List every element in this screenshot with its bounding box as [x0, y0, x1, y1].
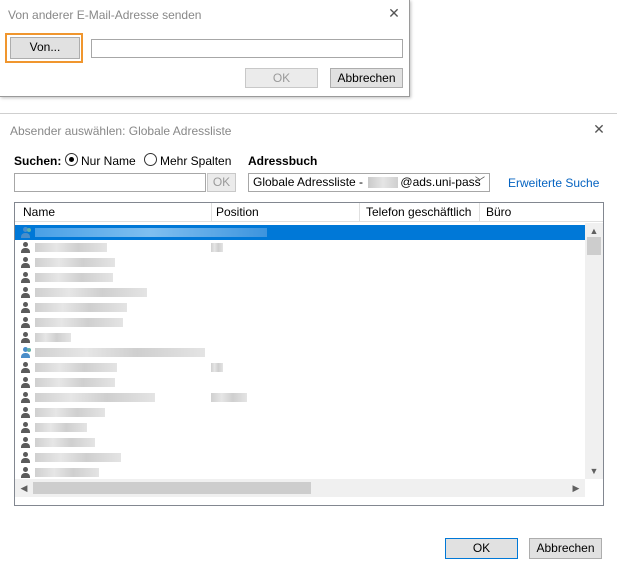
redacted-text: [35, 393, 155, 402]
ok-button[interactable]: OK: [445, 538, 518, 559]
redacted-text: [35, 468, 99, 477]
redacted-text: [211, 243, 223, 252]
horizontal-scrollbar[interactable]: ◀ ▶: [15, 479, 585, 497]
redacted-text: [35, 363, 117, 372]
list-item[interactable]: [15, 450, 585, 465]
redacted-text: [211, 363, 223, 372]
list-header: Name Position Telefon geschäftlich Büro: [15, 203, 603, 222]
list-item[interactable]: [15, 360, 585, 375]
person-icon: [20, 407, 31, 418]
radio-more-columns[interactable]: [144, 153, 157, 166]
person-icon: [20, 362, 31, 373]
advanced-search-link[interactable]: Erweiterte Suche: [508, 176, 599, 190]
radio-more-columns-label[interactable]: Mehr Spalten: [160, 154, 231, 168]
scroll-left-icon[interactable]: ◀: [15, 482, 33, 494]
redacted-text: [35, 243, 107, 252]
redacted-text: [35, 423, 87, 432]
list-item[interactable]: [15, 435, 585, 450]
column-header-phone[interactable]: Telefon geschäftlich: [366, 205, 471, 219]
redacted-text: [35, 228, 267, 237]
person-icon: [20, 332, 31, 343]
search-input[interactable]: [14, 173, 206, 192]
radio-name-only[interactable]: [65, 153, 78, 166]
person-icon: [20, 242, 31, 253]
send-dialog-title: Von anderer E-Mail-Adresse senden: [8, 8, 202, 22]
person-icon: [20, 452, 31, 463]
ok-button[interactable]: OK: [245, 68, 318, 88]
from-input[interactable]: [91, 39, 403, 58]
list-item[interactable]: [15, 375, 585, 390]
person-icon: [20, 377, 31, 388]
chevron-down-icon: ﹀: [475, 177, 485, 188]
group-icon: [20, 227, 31, 238]
column-separator[interactable]: [479, 203, 480, 221]
scroll-down-icon[interactable]: ▼: [585, 465, 603, 477]
addressbook-prefix: Globale Adressliste -: [253, 175, 367, 189]
horizontal-scroll-thumb[interactable]: [33, 482, 311, 494]
scroll-up-icon[interactable]: ▲: [585, 225, 603, 237]
person-icon: [20, 272, 31, 283]
search-label: Suchen:: [14, 154, 62, 168]
cancel-button[interactable]: Abbrechen: [330, 68, 403, 88]
list-rows: [15, 225, 585, 480]
addressbook-select[interactable]: Globale Adressliste - @ads.uni-pass ﹀: [248, 173, 490, 192]
vertical-scroll-thumb[interactable]: [587, 237, 601, 255]
redacted-text: [35, 273, 113, 282]
person-icon: [20, 467, 31, 478]
redacted-text: [35, 303, 127, 312]
close-icon[interactable]: ✕: [387, 6, 401, 20]
person-icon: [20, 302, 31, 313]
list-item[interactable]: [15, 420, 585, 435]
person-icon: [20, 257, 31, 268]
list-item[interactable]: [15, 390, 585, 405]
list-item[interactable]: [15, 345, 585, 360]
list-item[interactable]: [15, 300, 585, 315]
person-icon: [20, 437, 31, 448]
addressbook-label: Adressbuch: [248, 154, 318, 168]
redacted-text: [35, 333, 71, 342]
redacted-text: [35, 348, 205, 357]
column-separator[interactable]: [211, 203, 212, 221]
column-header-office[interactable]: Büro: [486, 205, 511, 219]
select-sender-dialog: Absender auswählen: Globale Adressliste …: [0, 113, 617, 566]
person-icon: [20, 422, 31, 433]
send-from-dialog: Von anderer E-Mail-Adresse senden ✕ Von.…: [0, 0, 410, 97]
list-item[interactable]: [15, 405, 585, 420]
redacted-text: [35, 258, 115, 267]
radio-name-only-label[interactable]: Nur Name: [81, 154, 136, 168]
list-item[interactable]: [15, 225, 585, 240]
redacted-text: [35, 408, 105, 417]
list-item[interactable]: [15, 315, 585, 330]
address-list[interactable]: Name Position Telefon geschäftlich Büro: [14, 202, 604, 506]
redacted-text: [35, 438, 95, 447]
vertical-scrollbar[interactable]: ▲ ▼: [585, 223, 603, 479]
person-icon: [20, 392, 31, 403]
redacted-text: [211, 393, 247, 402]
redacted-text: [35, 378, 115, 387]
group-icon: [20, 347, 31, 358]
close-icon[interactable]: ✕: [592, 122, 606, 136]
column-header-name[interactable]: Name: [23, 205, 55, 219]
list-item[interactable]: [15, 285, 585, 300]
list-item[interactable]: [15, 255, 585, 270]
select-dialog-title: Absender auswählen: Globale Adressliste: [10, 124, 232, 138]
from-button[interactable]: Von...: [10, 37, 80, 59]
redacted-text: [368, 177, 399, 189]
person-icon: [20, 287, 31, 298]
list-item[interactable]: [15, 465, 585, 480]
redacted-text: [35, 288, 147, 297]
list-item[interactable]: [15, 240, 585, 255]
list-item[interactable]: [15, 270, 585, 285]
column-separator[interactable]: [359, 203, 360, 221]
redacted-text: [35, 453, 121, 462]
cancel-button[interactable]: Abbrechen: [529, 538, 602, 559]
addressbook-suffix: @ads.uni-pass: [400, 175, 481, 189]
scroll-right-icon[interactable]: ▶: [567, 482, 585, 494]
column-header-position[interactable]: Position: [216, 205, 259, 219]
person-icon: [20, 317, 31, 328]
search-ok-button[interactable]: OK: [207, 173, 236, 192]
redacted-text: [35, 318, 123, 327]
list-item[interactable]: [15, 330, 585, 345]
